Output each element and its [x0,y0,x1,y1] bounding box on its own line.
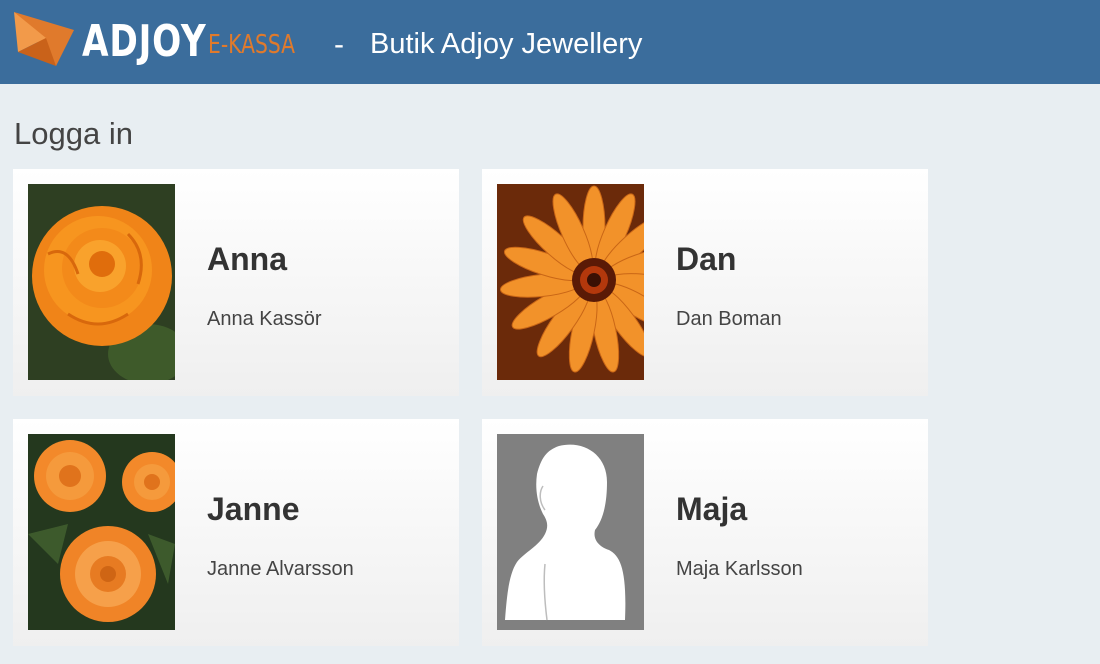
page-title: Logga in [14,116,133,151]
user-full-name: Janne Alvarsson [207,558,354,580]
user-name: Anna [207,241,287,277]
user-name: Maja [676,491,748,527]
avatar [28,184,175,380]
avatar [497,434,644,630]
user-name: Janne [207,491,300,527]
user-full-name: Maja Karlsson [676,558,803,580]
store-name: Butik Adjoy Jewellery [370,28,643,60]
user-card-maja[interactable]: Maja Maja Karlsson [482,419,928,646]
user-card-anna[interactable]: Anna Anna Kassör [13,169,459,396]
person-silhouette-icon [497,434,644,630]
avatar [28,434,175,630]
user-card-dan[interactable]: Dan Dan Boman [482,169,928,396]
user-full-name: Anna Kassör [207,308,322,330]
title-separator: - [334,28,344,61]
user-name: Dan [676,241,737,277]
daisy-flower-icon [497,184,644,380]
user-card-janne[interactable]: Janne Janne Alvarsson [13,419,459,646]
app-header: ADJOY E-KASSA - Butik Adjoy Jewellery [0,0,1100,84]
begonia-flower-icon [28,184,175,380]
adjoy-logo-icon [14,12,74,66]
roses-icon [28,434,175,630]
logo-subtitle: E-KASSA [208,30,295,60]
logo-text: ADJOY [82,16,207,67]
user-full-name: Dan Boman [676,308,782,330]
avatar [497,184,644,380]
